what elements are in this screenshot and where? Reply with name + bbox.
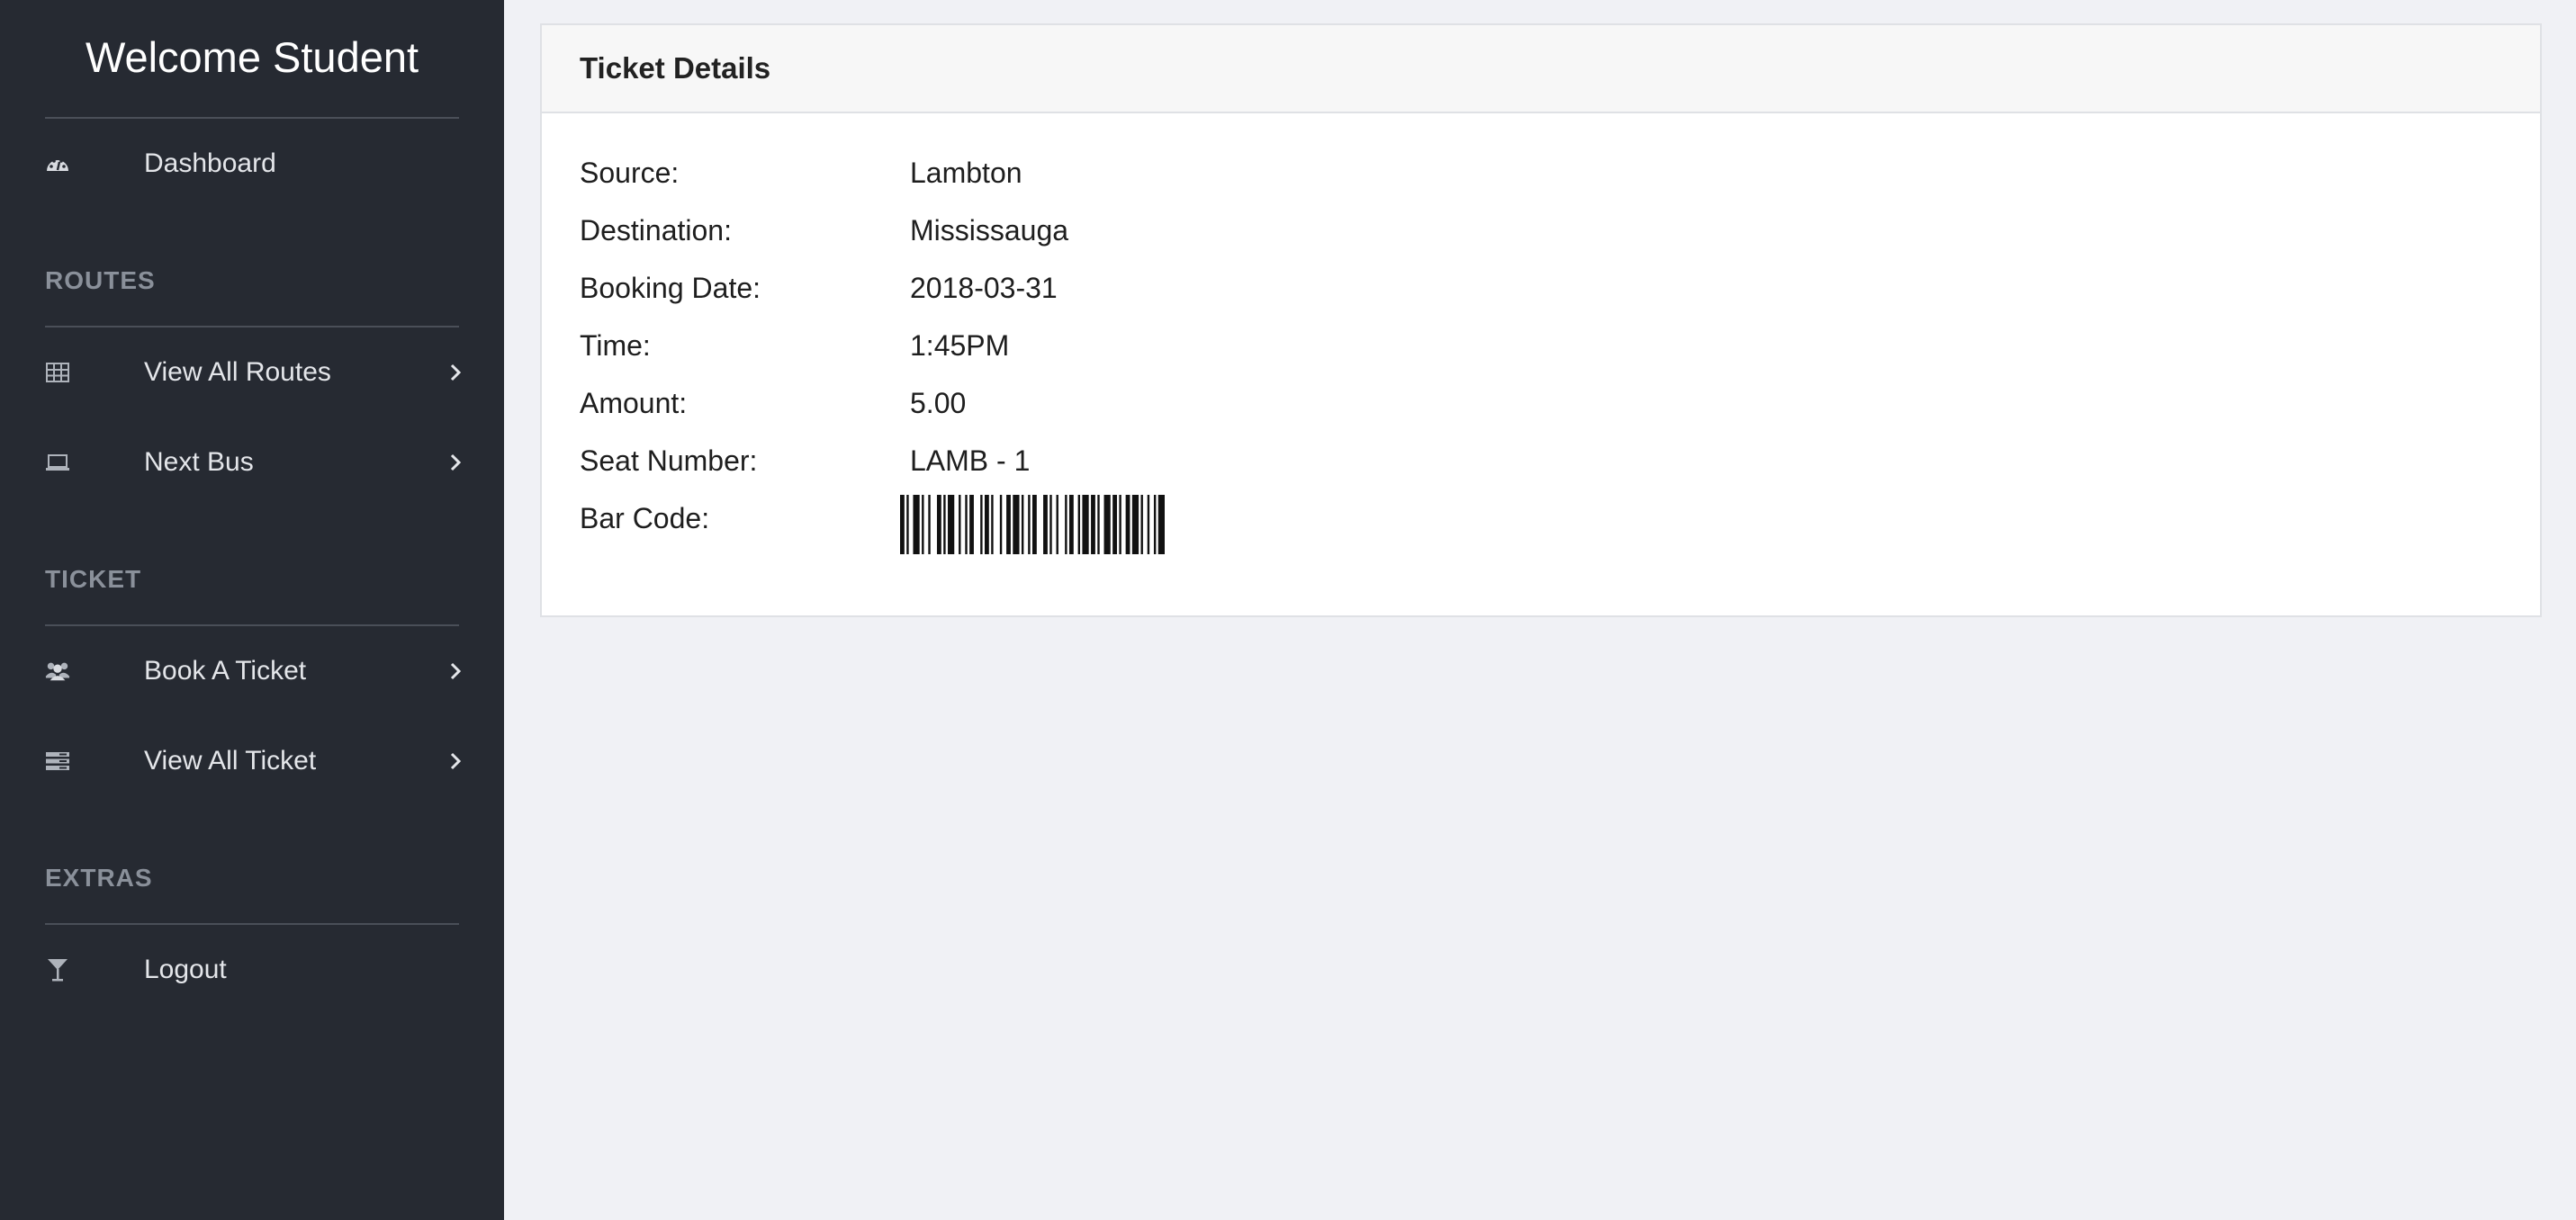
chevron-right-icon [443, 450, 468, 475]
barcode-image [900, 495, 1165, 554]
detail-row-time: Time: 1:45PM [580, 322, 1930, 367]
section-label-ticket: TICKET [45, 565, 142, 593]
card-title: Ticket Details [580, 51, 771, 85]
list-icon [45, 745, 70, 777]
sidebar-item-label: Dashboard [144, 148, 276, 178]
users-icon [45, 655, 70, 687]
sidebar-divider [45, 923, 459, 925]
detail-row-booking-date: Booking Date: 2018-03-31 [580, 265, 1930, 309]
detail-row-amount: Amount: 5.00 [580, 380, 1930, 425]
detail-label: Bar Code: [580, 502, 710, 534]
sidebar-item-label: View All Ticket [144, 746, 317, 776]
detail-label: Source: [580, 157, 680, 189]
sidebar-divider [45, 326, 459, 327]
sidebar-item-book-a-ticket[interactable]: Book A Ticket [0, 635, 504, 707]
detail-value: Lambton [910, 157, 1022, 189]
sidebar-item-view-all-ticket[interactable]: View All Ticket [0, 725, 504, 797]
sidebar-item-logout[interactable]: Logout [0, 934, 504, 1006]
detail-label: Booking Date: [580, 272, 761, 304]
detail-value: LAMB - 1 [910, 444, 1031, 477]
detail-label: Time: [580, 329, 651, 362]
detail-row-bar-code: Bar Code: [580, 495, 1930, 540]
card-header: Ticket Details [542, 25, 2540, 113]
chevron-right-icon [443, 749, 468, 774]
laptop-icon [45, 446, 70, 479]
sidebar-item-next-bus[interactable]: Next Bus [0, 426, 504, 498]
detail-row-destination: Destination: Mississauga [580, 207, 1930, 252]
ticket-details-card: Ticket Details Source: Lambton Destinati… [540, 23, 2542, 617]
detail-label: Seat Number: [580, 444, 758, 477]
sidebar-item-label: View All Routes [144, 357, 331, 387]
detail-value: 1:45PM [910, 329, 1010, 362]
sidebar-item-dashboard[interactable]: Dashboard [0, 128, 504, 200]
chevron-right-icon [443, 659, 468, 684]
chevron-right-icon [443, 360, 468, 385]
section-label-extras: EXTRAS [45, 864, 153, 892]
sidebar-divider [45, 117, 459, 119]
detail-value: 2018-03-31 [910, 272, 1058, 304]
sidebar-divider [45, 624, 459, 626]
sidebar-item-label: Book A Ticket [144, 656, 307, 686]
sidebar-item-label: Logout [144, 955, 227, 984]
section-label-routes: ROUTES [45, 266, 156, 294]
cocktail-glass-icon [45, 954, 70, 986]
detail-label: Destination: [580, 214, 732, 247]
dashboard-icon [45, 148, 70, 180]
table-icon [45, 356, 70, 389]
sidebar-item-view-all-routes[interactable]: View All Routes [0, 336, 504, 408]
detail-value: 5.00 [910, 387, 967, 419]
detail-label: Amount: [580, 387, 688, 419]
sidebar-item-label: Next Bus [144, 447, 254, 477]
detail-row-source: Source: Lambton [580, 149, 1930, 194]
sidebar: Welcome Student Dashboard ROUTES View Al… [0, 0, 504, 1220]
sidebar-title: Welcome Student [85, 33, 419, 81]
detail-value: Mississauga [910, 214, 1069, 247]
detail-row-seat-number: Seat Number: LAMB - 1 [580, 437, 1930, 482]
